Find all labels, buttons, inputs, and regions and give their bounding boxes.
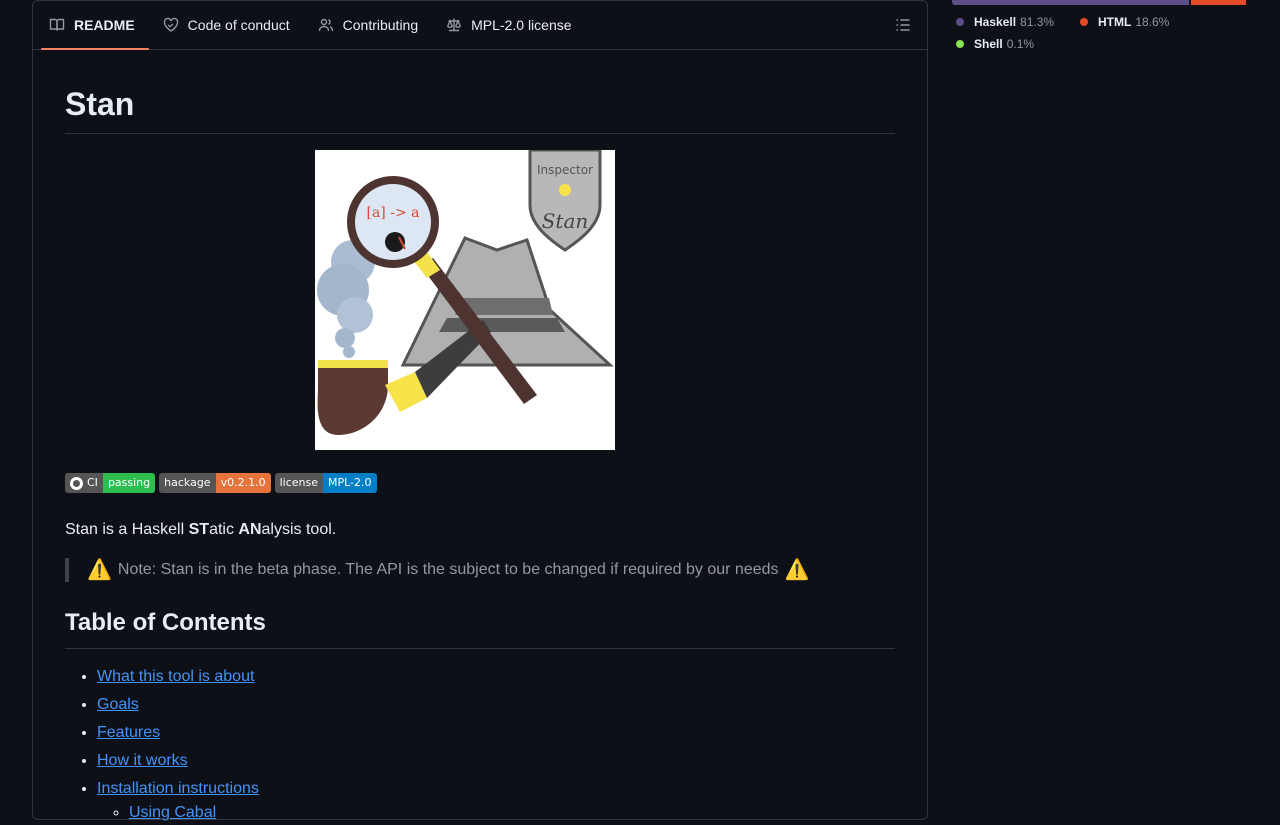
list-item: How it works — [97, 749, 895, 773]
tab-label: Contributing — [343, 17, 419, 33]
heart-icon — [163, 17, 179, 33]
outline-button[interactable] — [893, 15, 913, 35]
language-percent: 0.1% — [1007, 37, 1034, 51]
language-item-haskell[interactable]: Haskell 81.3% — [952, 15, 1076, 29]
note-text: Note: Stan is in the beta phase. The API… — [118, 558, 779, 582]
beta-note: ⚠️ Note: Stan is in the beta phase. The … — [65, 558, 895, 582]
list-item: Installation instructions Using Cabal — [97, 777, 895, 825]
language-percent: 18.6% — [1135, 15, 1169, 29]
warning-icon: ⚠️ — [784, 560, 809, 580]
badge-left-label: license — [275, 473, 323, 493]
tab-readme[interactable]: README — [41, 1, 149, 49]
tab-license[interactable]: MPL-2.0 license — [438, 1, 585, 49]
language-item-shell[interactable]: Shell 0.1% — [952, 37, 1248, 51]
readme-panel: README Code of conduct Contributing MPL-… — [32, 0, 928, 820]
github-icon — [70, 477, 83, 490]
logo-badge-name: Stan — [542, 209, 589, 233]
toc-link[interactable]: What this tool is about — [97, 668, 254, 685]
badge-row: CI passing hackage v0.2.1.0 license MPL-… — [65, 473, 895, 493]
badge-left-label: hackage — [159, 473, 215, 493]
badge-right-label: v0.2.1.0 — [216, 473, 271, 493]
language-dot — [956, 40, 964, 48]
language-name: Shell — [974, 37, 1003, 51]
language-item-html[interactable]: HTML 18.6% — [1076, 15, 1200, 29]
license-badge[interactable]: license MPL-2.0 — [275, 473, 377, 493]
language-bar — [952, 0, 1248, 5]
warning-icon: ⚠️ — [87, 560, 112, 580]
tab-label: MPL-2.0 license — [471, 17, 571, 33]
toc-list: What this tool is about Goals Features H… — [65, 665, 895, 825]
intro-text: alysis tool. — [262, 521, 337, 538]
stan-logo: [a] -> a Inspector Stan — [315, 150, 615, 450]
toc-link[interactable]: Features — [97, 724, 160, 741]
badge-left-label: CI — [87, 473, 98, 493]
sidebar-languages: Haskell 81.3% HTML 18.6% Shell 0.1% — [952, 0, 1248, 51]
intro-text: atic — [209, 521, 238, 538]
tab-label: Code of conduct — [188, 17, 290, 33]
intro-bold: AN — [238, 521, 261, 538]
readme-content: Stan — [33, 84, 927, 825]
toc-link[interactable]: Installation instructions — [97, 780, 259, 797]
tab-code-of-conduct[interactable]: Code of conduct — [155, 1, 304, 49]
toc-sublist: Using Cabal — [97, 801, 895, 825]
language-name: HTML — [1098, 15, 1131, 29]
list-item: Features — [97, 721, 895, 745]
language-list: Haskell 81.3% HTML 18.6% Shell 0.1% — [952, 15, 1248, 51]
language-dot — [956, 18, 964, 26]
toc-link[interactable]: Using Cabal — [129, 804, 216, 821]
list-item: What this tool is about — [97, 665, 895, 689]
law-icon — [446, 17, 462, 33]
intro-bold: ST — [189, 521, 209, 538]
language-segment-html — [1191, 0, 1245, 5]
list-icon — [895, 17, 911, 33]
language-percent: 81.3% — [1020, 15, 1054, 29]
toc-link[interactable]: How it works — [97, 752, 188, 769]
list-item: Using Cabal — [129, 801, 895, 825]
toc-link[interactable]: Goals — [97, 696, 139, 713]
intro-paragraph: Stan is a Haskell STatic ANalysis tool. — [65, 518, 895, 542]
badge-right-label: passing — [103, 473, 155, 493]
people-icon — [318, 17, 334, 33]
readme-title: Stan — [65, 84, 895, 134]
toc-heading: Table of Contents — [65, 608, 895, 649]
logo-container: [a] -> a Inspector Stan — [65, 150, 895, 450]
tab-contributing[interactable]: Contributing — [310, 1, 433, 49]
language-dot — [1080, 18, 1088, 26]
ci-badge[interactable]: CI passing — [65, 473, 155, 493]
language-name: Haskell — [974, 15, 1016, 29]
readme-tabs: README Code of conduct Contributing MPL-… — [33, 1, 927, 50]
book-icon — [49, 17, 65, 33]
intro-text: Stan is a Haskell — [65, 521, 189, 538]
language-segment-haskell — [952, 0, 1189, 5]
hackage-badge[interactable]: hackage v0.2.1.0 — [159, 473, 270, 493]
list-item: Goals — [97, 693, 895, 717]
tab-label: README — [74, 17, 135, 33]
logo-lens-text: [a] -> a — [367, 205, 420, 221]
logo-badge-text: Inspector — [537, 163, 593, 177]
badge-right-label: MPL-2.0 — [323, 473, 377, 493]
